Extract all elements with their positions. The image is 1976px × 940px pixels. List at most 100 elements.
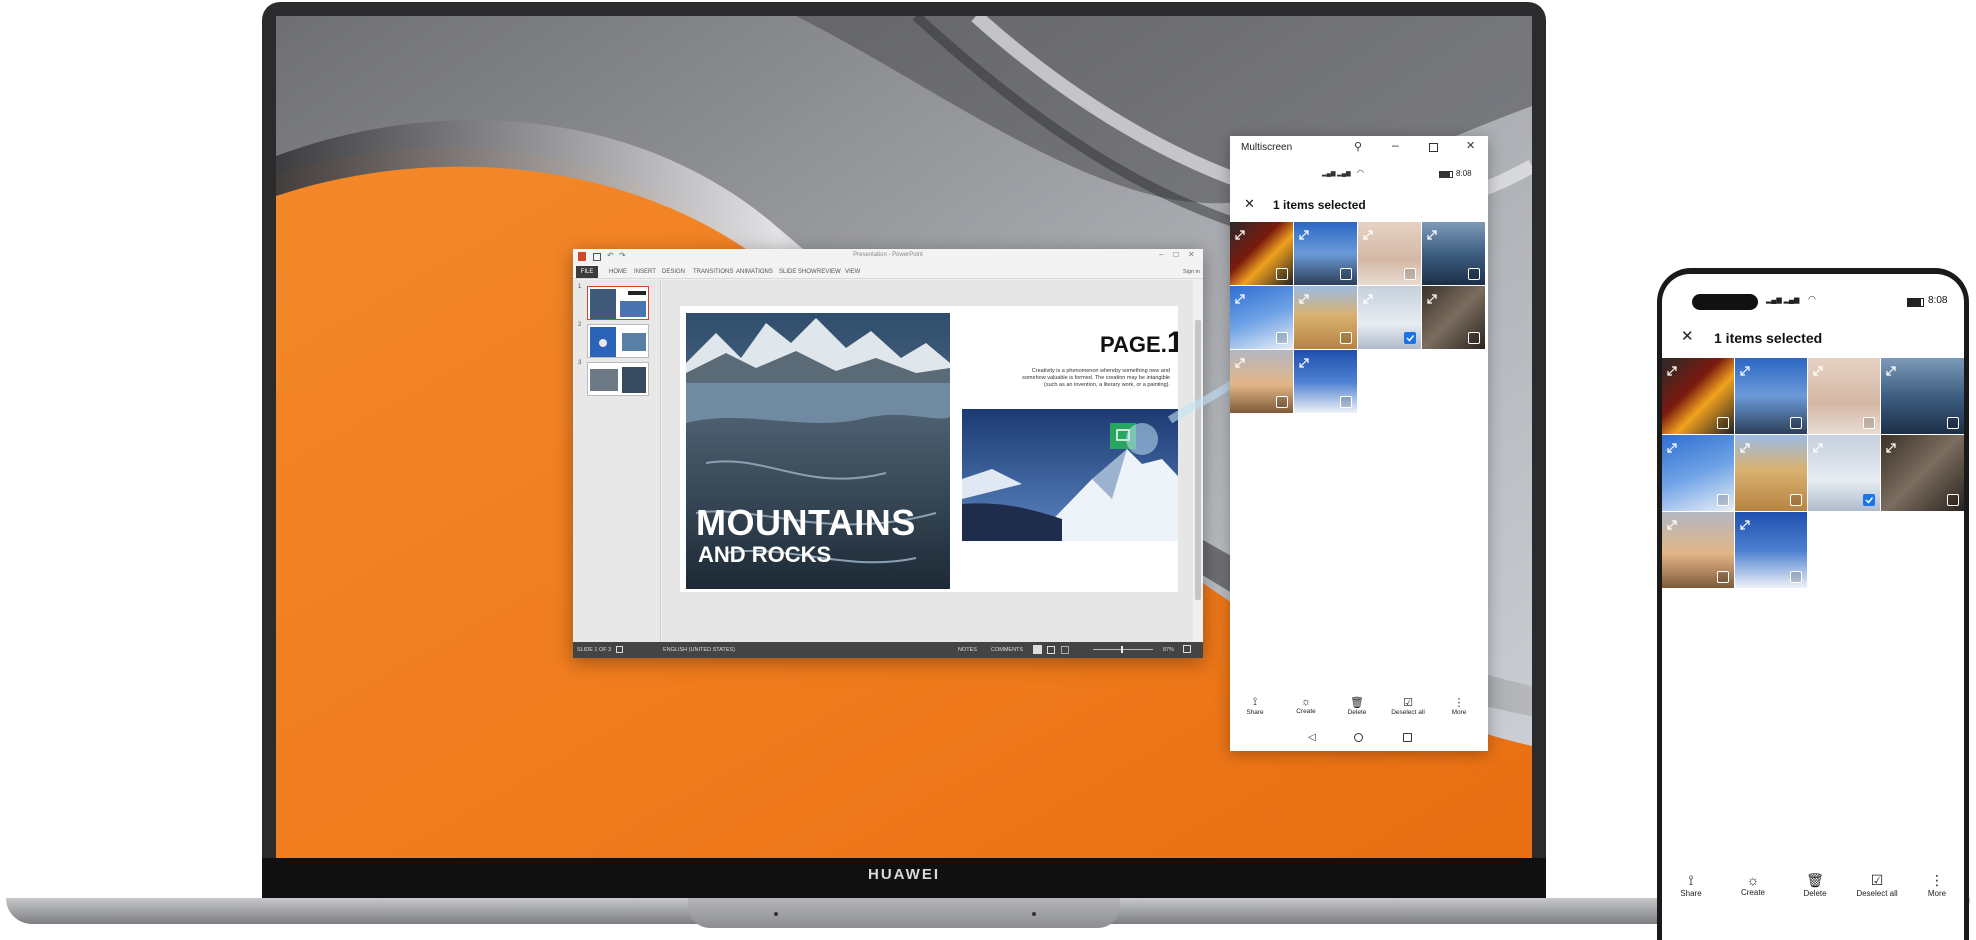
gallery-photo[interactable]	[1735, 512, 1807, 588]
slide-body-text[interactable]: Creativity is a phenomenon whereby somet…	[1018, 368, 1170, 389]
pin-icon[interactable]: ⚲	[1354, 140, 1362, 153]
slide-thumbnail[interactable]	[587, 362, 649, 396]
photo-checkbox-checked[interactable]	[1863, 494, 1875, 506]
photo-checkbox[interactable]	[1947, 417, 1959, 429]
gallery-photo[interactable]	[1662, 435, 1734, 511]
slide-subtitle-rocks[interactable]: AND ROCKS	[698, 542, 831, 568]
expand-icon[interactable]	[1667, 517, 1677, 530]
expand-icon[interactable]	[1235, 355, 1245, 368]
photo-checkbox[interactable]	[1468, 268, 1480, 280]
delete-button[interactable]: 🗑 Delete	[1790, 872, 1840, 898]
share-button[interactable]: ⟟ Share	[1666, 872, 1716, 898]
close-icon[interactable]: ✕	[1466, 139, 1475, 152]
back-nav-icon[interactable]: ◁	[1308, 732, 1316, 743]
tab-file[interactable]: FILE	[576, 266, 598, 278]
language-indicator[interactable]: ENGLISH (UNITED STATES)	[663, 647, 735, 653]
expand-icon[interactable]	[1235, 291, 1245, 304]
comments-button[interactable]: COMMENTS	[991, 647, 1023, 653]
spellcheck-icon[interactable]	[616, 646, 623, 653]
close-icon[interactable]: ✕	[1188, 250, 1195, 259]
gallery-photo-selected[interactable]	[1358, 286, 1421, 349]
phone-screen[interactable]: ▂▄▆ ▂▄▆ ◠ 8:08 ✕ 1 items selected ⟟ Share…	[1662, 274, 1964, 940]
gallery-photo[interactable]	[1230, 350, 1293, 413]
gallery-photo[interactable]	[1230, 286, 1293, 349]
gallery-photo[interactable]	[1422, 286, 1485, 349]
expand-icon[interactable]	[1813, 440, 1823, 453]
gallery-photo[interactable]	[1881, 435, 1964, 511]
more-button[interactable]: ⋮ More	[1912, 872, 1962, 898]
photo-checkbox[interactable]	[1790, 571, 1802, 583]
gallery-photo-selected[interactable]	[1808, 435, 1880, 511]
maximize-icon[interactable]: ☐	[1173, 251, 1179, 259]
tab-review[interactable]: REVIEW	[817, 269, 841, 275]
photo-checkbox[interactable]	[1717, 571, 1729, 583]
photo-checkbox[interactable]	[1468, 332, 1480, 344]
expand-icon[interactable]	[1363, 227, 1373, 240]
maximize-icon[interactable]	[1429, 143, 1438, 152]
expand-icon[interactable]	[1886, 363, 1896, 376]
slide-thumbnail[interactable]	[587, 324, 649, 358]
tab-insert[interactable]: INSERT	[634, 269, 656, 275]
gallery-photo[interactable]	[1662, 512, 1734, 588]
gallery-photo[interactable]	[1662, 358, 1734, 434]
sign-in-link[interactable]: Sign in	[1183, 269, 1200, 275]
zoom-slider[interactable]	[1093, 649, 1153, 650]
exit-selection-icon[interactable]: ✕	[1244, 196, 1255, 212]
expand-icon[interactable]	[1667, 440, 1677, 453]
gallery-photo[interactable]	[1735, 358, 1807, 434]
gallery-photo[interactable]	[1422, 222, 1485, 285]
deselect-all-button[interactable]: ☑ Deselect all	[1852, 872, 1902, 898]
slide-canvas[interactable]: MOUNTAINS AND ROCKS PAGE.1 Creativity is…	[662, 280, 1193, 642]
slide-thumbnail[interactable]	[587, 286, 649, 320]
gallery-photo[interactable]	[1881, 358, 1964, 434]
tab-design[interactable]: DESIGN	[662, 269, 685, 275]
expand-icon[interactable]	[1740, 517, 1750, 530]
tab-animations[interactable]: ANIMATIONS	[736, 269, 773, 275]
normal-view-icon[interactable]	[1033, 645, 1042, 654]
photo-checkbox-checked[interactable]	[1404, 332, 1416, 344]
photo-checkbox[interactable]	[1790, 494, 1802, 506]
deselect-all-button[interactable]: ☑ Deselect all	[1388, 696, 1428, 716]
gallery-photo[interactable]	[1358, 222, 1421, 285]
share-button[interactable]: ⟟ Share	[1235, 696, 1275, 716]
photo-checkbox[interactable]	[1276, 332, 1288, 344]
gallery-photo[interactable]	[1294, 350, 1357, 413]
tab-slide-show[interactable]: SLIDE SHOW	[779, 269, 817, 275]
photo-checkbox[interactable]	[1717, 494, 1729, 506]
snowy-mountain-photo[interactable]	[962, 409, 1178, 541]
gallery-photo[interactable]	[1294, 286, 1357, 349]
photo-checkbox[interactable]	[1340, 268, 1352, 280]
slide-title-mountains[interactable]: MOUNTAINS	[696, 502, 916, 544]
expand-icon[interactable]	[1363, 291, 1373, 304]
create-button[interactable]: ☼ Create	[1286, 696, 1326, 715]
reading-view-icon[interactable]	[1061, 646, 1069, 654]
exit-selection-icon[interactable]: ✕	[1681, 327, 1694, 345]
photo-checkbox[interactable]	[1276, 396, 1288, 408]
gallery-photo[interactable]	[1735, 435, 1807, 511]
expand-icon[interactable]	[1235, 227, 1245, 240]
tab-transitions[interactable]: TRANSITIONS	[693, 269, 733, 275]
gallery-photo[interactable]	[1294, 222, 1357, 285]
expand-icon[interactable]	[1299, 227, 1309, 240]
gallery-photo[interactable]	[1230, 222, 1293, 285]
photo-checkbox[interactable]	[1863, 417, 1875, 429]
expand-icon[interactable]	[1299, 291, 1309, 304]
minimize-icon[interactable]: –	[1392, 138, 1399, 152]
photo-checkbox[interactable]	[1340, 332, 1352, 344]
delete-button[interactable]: 🗑 Delete	[1337, 696, 1377, 716]
minimize-icon[interactable]: –	[1159, 250, 1163, 259]
zoom-level[interactable]: 87%	[1163, 647, 1174, 653]
notes-button[interactable]: NOTES	[958, 647, 977, 653]
expand-icon[interactable]	[1740, 363, 1750, 376]
recents-nav-icon[interactable]	[1403, 733, 1412, 742]
slide-thumbnails-pane[interactable]: 1 2 3	[573, 280, 661, 642]
slide[interactable]: MOUNTAINS AND ROCKS PAGE.1 Creativity is…	[680, 306, 1178, 592]
photo-checkbox[interactable]	[1947, 494, 1959, 506]
fit-to-window-icon[interactable]	[1183, 645, 1191, 653]
more-button[interactable]: ⋮ More	[1439, 696, 1479, 716]
expand-icon[interactable]	[1667, 363, 1677, 376]
expand-icon[interactable]	[1740, 440, 1750, 453]
slide-sorter-icon[interactable]	[1047, 646, 1055, 654]
powerpoint-window[interactable]: ↶ ↷ Presentation - PowerPoint – ☐ ✕ FILE…	[573, 249, 1203, 658]
expand-icon[interactable]	[1886, 440, 1896, 453]
